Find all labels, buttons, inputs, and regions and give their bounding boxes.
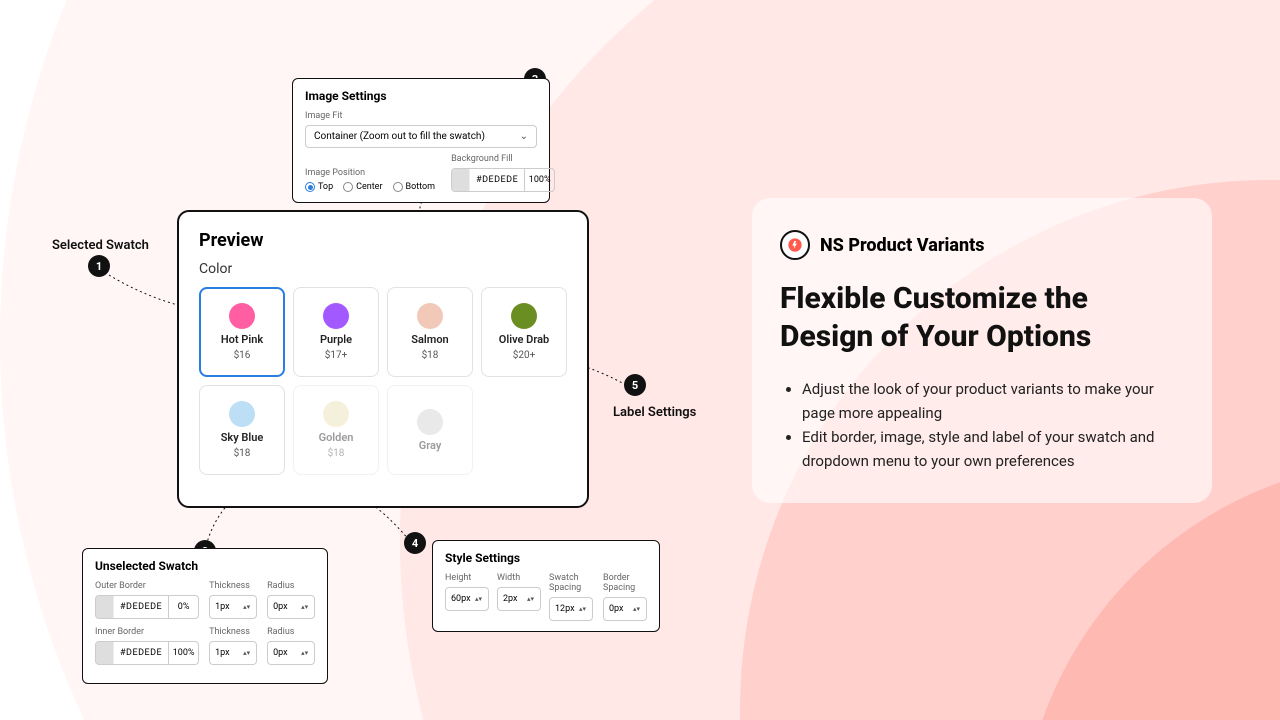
style-settings-title: Style Settings xyxy=(445,551,647,565)
swatch-color-icon xyxy=(229,303,255,329)
preview-title: Preview xyxy=(199,230,567,251)
swatch-color-icon xyxy=(511,303,537,329)
width-stepper[interactable]: 2px▴▾ xyxy=(497,587,541,611)
swatch-option[interactable]: Salmon $18 xyxy=(387,287,473,377)
swatch-name: Sky Blue xyxy=(221,431,264,444)
swatch-price: $18 xyxy=(234,448,251,459)
callout-1-badge: 1 xyxy=(88,255,110,277)
swatch-price: $18 xyxy=(328,448,345,459)
promo-headline: Flexible Customize the Design of Your Op… xyxy=(780,280,1184,355)
unselected-swatch-panel: Unselected Swatch Outer Border #DEDEDE0%… xyxy=(82,548,328,684)
brand-name: NS Product Variants xyxy=(820,235,984,256)
callout-5-badge: 5 xyxy=(624,374,646,396)
swatch-color-icon xyxy=(323,303,349,329)
inner-border-label: Inner Border xyxy=(95,627,199,637)
swatch-option: Gray xyxy=(387,385,473,475)
swatch-option[interactable]: Olive Drab $20+ xyxy=(481,287,567,377)
swatch-price: $18 xyxy=(422,350,439,361)
preview-panel: Preview Color Hot Pink $16 Purple $17+ S… xyxy=(177,210,589,508)
image-fit-label: Image Fit xyxy=(305,111,537,121)
swatch-name: Gray xyxy=(419,439,442,452)
bgfill-label: Background Fill xyxy=(451,154,555,164)
inner-radius-stepper[interactable]: 0px▴▾ xyxy=(267,641,315,665)
swatch-color-icon xyxy=(417,303,443,329)
radius-label: Radius xyxy=(267,581,315,591)
image-settings-panel: Image Settings Image Fit Container (Zoom… xyxy=(292,78,550,203)
swatch-spacing-stepper[interactable]: 12px▴▾ xyxy=(549,597,593,621)
swatch-name: Purple xyxy=(320,333,352,346)
swatch-name: Golden xyxy=(319,431,354,444)
promo-card: NS Product Variants Flexible Customize t… xyxy=(752,198,1212,503)
border-spacing-stepper[interactable]: 0px▴▾ xyxy=(603,597,647,621)
swatch-option[interactable]: Hot Pink $16 xyxy=(199,287,285,377)
option-name: Color xyxy=(199,261,567,277)
chevron-down-icon: ⌄ xyxy=(520,131,528,142)
bgfill-color-input[interactable]: #DEDEDE100% xyxy=(451,168,555,192)
promo-bullet: Adjust the look of your product variants… xyxy=(802,377,1184,425)
swatch-color-icon xyxy=(417,409,443,435)
swatch-name: Olive Drab xyxy=(499,333,549,346)
swatch-grid: Hot Pink $16 Purple $17+ Salmon $18 Oliv… xyxy=(199,287,567,475)
swatch-option: Golden $18 xyxy=(293,385,379,475)
position-center-radio[interactable]: Center xyxy=(343,182,382,192)
swatch-option[interactable]: Purple $17+ xyxy=(293,287,379,377)
swatch-price: $20+ xyxy=(513,350,536,361)
swatch-color-icon xyxy=(323,401,349,427)
inner-border-color[interactable]: #DEDEDE100% xyxy=(95,641,199,665)
swatch-name: Hot Pink xyxy=(221,333,263,346)
swatch-color-icon xyxy=(229,401,255,427)
swatch-price: $16 xyxy=(234,350,251,361)
swatch-name: Salmon xyxy=(411,333,448,346)
callout-5-label: Label Settings xyxy=(613,405,696,420)
promo-bullet: Edit border, image, style and label of y… xyxy=(802,425,1184,473)
style-settings-panel: Style Settings Height60px▴▾ Width2px▴▾ S… xyxy=(432,540,660,632)
image-settings-title: Image Settings xyxy=(305,89,537,103)
inner-thickness-stepper[interactable]: 1px▴▾ xyxy=(209,641,257,665)
outer-border-color[interactable]: #DEDEDE0% xyxy=(95,595,199,619)
outer-radius-stepper[interactable]: 0px▴▾ xyxy=(267,595,315,619)
image-position-label: Image Position xyxy=(305,168,435,178)
swatch-option[interactable]: Sky Blue $18 xyxy=(199,385,285,475)
position-top-radio[interactable]: Top xyxy=(305,182,333,192)
height-stepper[interactable]: 60px▴▾ xyxy=(445,587,489,611)
unselected-title: Unselected Swatch xyxy=(95,559,315,573)
outer-thickness-stepper[interactable]: 1px▴▾ xyxy=(209,595,257,619)
position-bottom-radio[interactable]: Bottom xyxy=(393,182,436,192)
outer-border-label: Outer Border xyxy=(95,581,199,591)
brand-logo-icon xyxy=(780,230,810,260)
swatch-price: $17+ xyxy=(325,350,348,361)
callout-1-label: Selected Swatch xyxy=(52,238,149,253)
thickness-label: Thickness xyxy=(209,581,257,591)
callout-4-badge: 4 xyxy=(404,532,426,554)
image-fit-select[interactable]: Container (Zoom out to fill the swatch)⌄ xyxy=(305,125,537,148)
